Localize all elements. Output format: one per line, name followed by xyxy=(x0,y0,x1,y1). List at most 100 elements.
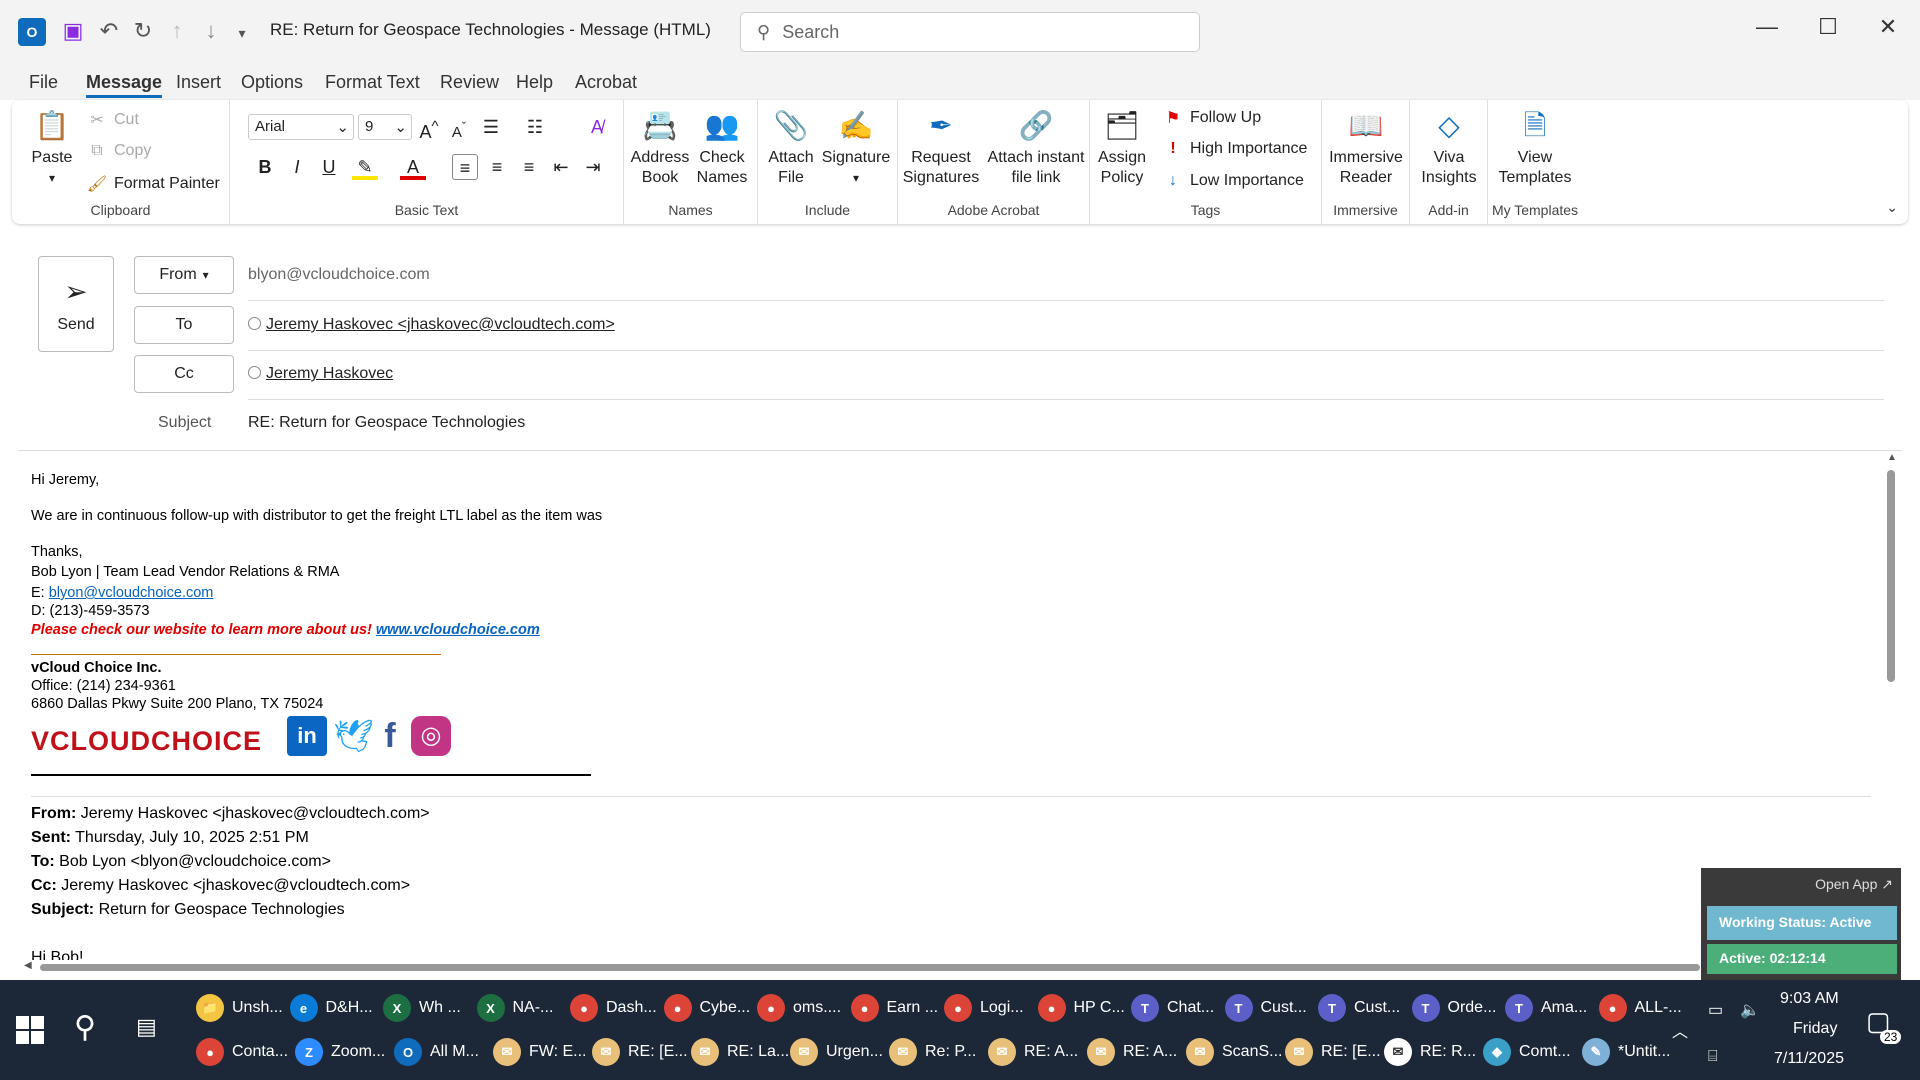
taskbar-row1-item[interactable]: ● Earn ... xyxy=(850,988,938,1028)
search-box[interactable]: ⚲ Search xyxy=(740,12,1200,52)
save-icon[interactable]: ▣ xyxy=(58,16,88,46)
subject-field[interactable]: RE: Return for Geospace Technologies xyxy=(248,414,525,432)
tab-format-text[interactable]: Format Text xyxy=(325,72,420,93)
up-arrow-icon[interactable]: ↑ xyxy=(162,16,192,46)
tab-options[interactable]: Options xyxy=(241,72,303,93)
attach-file-button[interactable]: 📎 Attach File xyxy=(764,106,818,188)
send-button[interactable]: ➢ Send xyxy=(38,256,114,352)
clock-date[interactable]: 7/11/2025 xyxy=(1774,1050,1844,1068)
taskbar-row2-item[interactable]: ✉ RE: La... xyxy=(691,1032,789,1072)
from-button[interactable]: From ▾ xyxy=(134,256,234,294)
taskbar-row1-item[interactable]: ● oms.... xyxy=(757,988,841,1028)
tab-file[interactable]: File xyxy=(29,72,58,93)
from-field[interactable]: blyon@vcloudchoice.com xyxy=(248,266,430,284)
decrease-indent-icon[interactable]: ⇤ xyxy=(548,154,574,180)
signature-email-link[interactable]: blyon@vcloudchoice.com xyxy=(49,585,214,601)
tab-review[interactable]: Review xyxy=(440,72,499,93)
taskbar-row2-item[interactable]: ✉ RE: [E... xyxy=(1285,1032,1381,1072)
increase-indent-icon[interactable]: ⇥ xyxy=(580,154,606,180)
cut-button[interactable]: ✂ Cut xyxy=(86,110,139,130)
font-color-icon[interactable]: A xyxy=(400,154,426,180)
tab-help[interactable]: Help xyxy=(516,72,553,93)
taskbar-row1-item[interactable]: 📁 Unsh... xyxy=(196,988,283,1028)
taskbar-row2-item[interactable]: ✎ *Untit... xyxy=(1582,1032,1670,1072)
maximize-button[interactable]: ☐ xyxy=(1808,14,1848,40)
format-painter-button[interactable]: 🖌 Format Painter xyxy=(86,174,220,194)
facebook-icon[interactable]: f xyxy=(375,716,405,756)
taskbar-row2-item[interactable]: ● Conta... xyxy=(196,1032,288,1072)
immersive-reader-button[interactable]: 📖 Immersive Reader xyxy=(1324,106,1408,188)
low-importance-button[interactable]: ↓ Low Importance xyxy=(1162,172,1304,190)
check-names-button[interactable]: 👥 Check Names xyxy=(692,106,752,188)
twitter-icon[interactable]: 🕊 xyxy=(333,716,374,756)
taskbar-row2-item[interactable]: ✉ Urgen... xyxy=(790,1032,883,1072)
view-templates-button[interactable]: 🗎 View Templates xyxy=(1492,106,1578,188)
battery-icon[interactable]: ▭ xyxy=(1708,1000,1723,1020)
instagram-icon[interactable]: ◎ xyxy=(411,716,451,756)
clock-day[interactable]: Friday xyxy=(1793,1020,1837,1038)
to-button[interactable]: To xyxy=(134,306,234,344)
taskbar-row1-item[interactable]: T Chat... xyxy=(1131,988,1214,1028)
taskbar-row1-item[interactable]: ● Cybe... xyxy=(663,988,750,1028)
taskbar-row2-item[interactable]: ✉ Re: P... xyxy=(889,1032,976,1072)
align-left-icon[interactable]: ≡ xyxy=(452,154,478,180)
down-arrow-icon[interactable]: ↓ xyxy=(196,16,226,46)
tab-acrobat[interactable]: Acrobat xyxy=(575,72,637,93)
undo-icon[interactable]: ↶ xyxy=(94,16,124,46)
message-body[interactable]: Hi Jeremy, We are in continuous follow-u… xyxy=(31,466,1871,966)
taskbar-row2-item[interactable]: ✉ RE: A... xyxy=(988,1032,1078,1072)
clear-formatting-icon[interactable]: A̸ xyxy=(584,114,610,140)
numbering-icon[interactable]: ☷ xyxy=(522,114,548,140)
copy-button[interactable]: ⧉ Copy xyxy=(86,142,151,160)
taskbar-row1-item[interactable]: T Cust... xyxy=(1224,988,1307,1028)
horizontal-scrollbar[interactable]: ◀ xyxy=(24,960,1704,972)
taskbar-row2-item[interactable]: ✉ RE: [E... xyxy=(592,1032,688,1072)
taskbar-row1-item[interactable]: e D&H... xyxy=(289,988,373,1028)
taskbar-row1-item[interactable]: T Cust... xyxy=(1318,988,1400,1028)
taskbar-row1-item[interactable]: X Wh ... xyxy=(383,988,461,1028)
taskbar-row1-item[interactable]: ● Logi... xyxy=(944,988,1024,1028)
to-recipient[interactable]: Jeremy Haskovec <jhaskovec@vcloudtech.co… xyxy=(248,316,615,334)
paste-button[interactable]: 📋 Paste ▾ xyxy=(24,106,80,188)
bullets-icon[interactable]: ☰ xyxy=(478,114,504,140)
taskbar-row2-item[interactable]: ✉ FW: E... xyxy=(493,1032,586,1072)
clock-time[interactable]: 9:03 AM xyxy=(1780,990,1839,1008)
horizontal-scroll-thumb[interactable] xyxy=(40,964,1700,971)
taskbar-row2-item[interactable]: O All M... xyxy=(394,1032,479,1072)
scroll-up-icon[interactable]: ▲ xyxy=(1887,452,1897,463)
taskbar-row1-item[interactable]: ● ALL-... xyxy=(1598,988,1682,1028)
collapse-ribbon-icon[interactable]: ⌄ xyxy=(1886,199,1898,216)
shrink-font-icon[interactable]: Aˇ xyxy=(446,114,472,141)
address-book-button[interactable]: 📇 Address Book xyxy=(630,106,690,188)
viva-insights-button[interactable]: ◇ Viva Insights xyxy=(1414,106,1484,188)
taskbar-row2-item[interactable]: ✉ RE: A... xyxy=(1087,1032,1177,1072)
minimize-button[interactable]: — xyxy=(1747,14,1787,40)
attach-instant-link-button[interactable]: 🔗 Attach instant file link xyxy=(984,106,1088,188)
linkedin-icon[interactable]: in xyxy=(287,716,327,756)
font-size-select[interactable]: 9 ⌄ xyxy=(358,114,412,140)
network-icon[interactable]: ⌸ xyxy=(1708,1048,1718,1066)
search-icon[interactable]: ⚲ xyxy=(74,1010,96,1045)
windows-start-icon[interactable] xyxy=(16,1016,44,1044)
tab-message[interactable]: Message xyxy=(86,72,163,98)
task-view-icon[interactable]: ▤ xyxy=(136,1014,157,1040)
high-importance-button[interactable]: ! High Importance xyxy=(1162,140,1307,158)
taskbar-row2-item[interactable]: Z Zoom... xyxy=(295,1032,385,1072)
volume-icon[interactable]: 🔈 xyxy=(1740,1000,1760,1020)
bold-icon[interactable]: B xyxy=(252,154,278,180)
highlight-icon[interactable]: ✎ xyxy=(352,154,378,180)
cc-recipient[interactable]: Jeremy Haskovec xyxy=(248,365,393,383)
follow-up-button[interactable]: ⚑ Follow Up xyxy=(1162,108,1261,128)
website-link[interactable]: www.vcloudchoice.com xyxy=(376,622,540,638)
font-select[interactable]: Arial ⌄ xyxy=(248,114,354,140)
taskbar-row2-item[interactable]: ✉ RE: R... xyxy=(1384,1032,1476,1072)
scroll-thumb[interactable] xyxy=(1887,470,1895,682)
italic-icon[interactable]: I xyxy=(284,154,310,180)
redo-icon[interactable]: ↻ xyxy=(128,16,158,46)
taskbar-row2-item[interactable]: ◆ Comt... xyxy=(1483,1032,1571,1072)
close-button[interactable]: ✕ xyxy=(1868,14,1908,40)
taskbar-row1-item[interactable]: ● HP C... xyxy=(1037,988,1125,1028)
taskbar-row1-item[interactable]: ● Dash... xyxy=(570,988,657,1028)
customize-toolbar-icon[interactable]: ▾ xyxy=(232,18,252,48)
align-center-icon[interactable]: ≡ xyxy=(484,154,510,180)
